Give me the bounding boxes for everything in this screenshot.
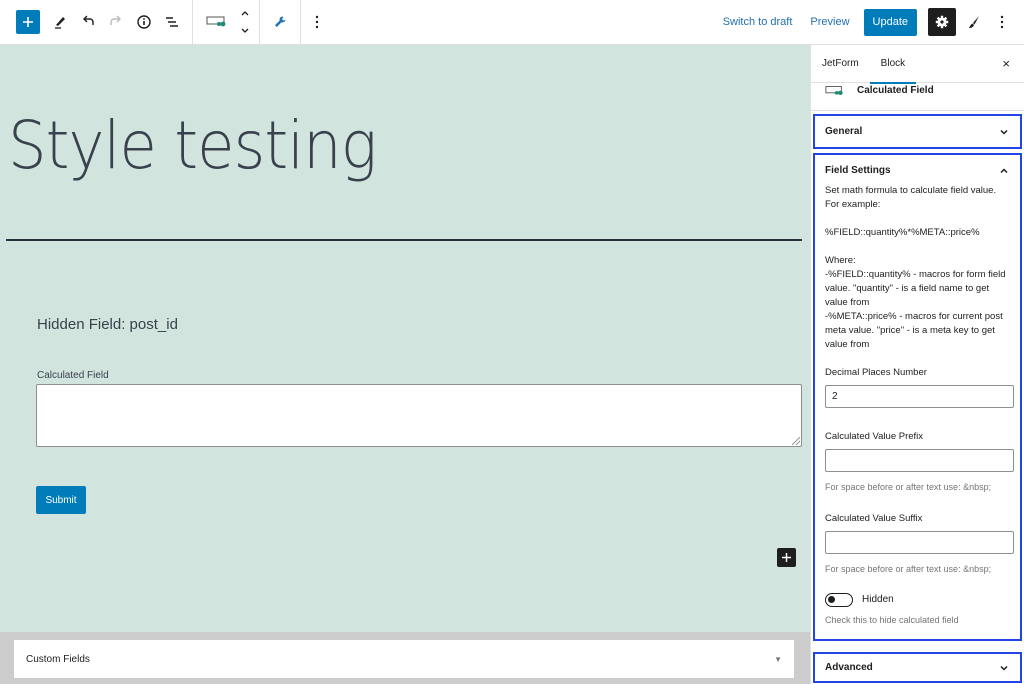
block-tools-button[interactable] <box>266 8 294 36</box>
block-type-button[interactable] <box>201 8 233 36</box>
suffix-hint: For space before or after text use: &nbs… <box>825 564 992 574</box>
metabox-title: Custom Fields <box>26 653 90 665</box>
details-button[interactable] <box>130 8 158 36</box>
edit-pencil-icon <box>55 17 65 29</box>
decimal-places-label: Decimal Places Number <box>825 367 927 378</box>
hidden-field-block[interactable]: Hidden Field: post_id <box>37 316 178 333</box>
tools-edit-button[interactable] <box>46 8 74 36</box>
caret-down-icon[interactable]: ▼ <box>774 655 782 664</box>
block-name: Calculated Field <box>857 85 934 96</box>
redo-button[interactable] <box>102 8 130 36</box>
calculated-field-textarea[interactable] <box>36 384 802 447</box>
list-view-icon <box>166 17 178 27</box>
sidebar-tabs: JetForm Block × <box>811 45 1024 84</box>
settings-gear-icon <box>935 15 949 29</box>
info-icon <box>137 15 151 29</box>
separator-block <box>6 239 802 241</box>
custom-fields-metabox[interactable]: Custom Fields ▼ <box>14 640 794 678</box>
chevron-down-icon <box>1000 129 1008 135</box>
brush-icon <box>969 16 979 28</box>
suffix-label: Calculated Value Suffix <box>825 513 923 524</box>
wrench-icon <box>275 16 286 27</box>
block-inserter-button[interactable] <box>777 548 796 567</box>
resize-handle[interactable] <box>792 437 800 445</box>
decimal-places-value: 2 <box>832 390 838 402</box>
close-sidebar-button[interactable]: × <box>1002 56 1010 71</box>
chevron-up-icon[interactable] <box>239 7 251 19</box>
editor-toolbar: Switch to draft Preview Update <box>0 0 1024 45</box>
panel-title: General <box>825 126 863 137</box>
prefix-input[interactable] <box>825 449 1014 472</box>
block-options-button[interactable] <box>303 8 331 36</box>
list-view-button[interactable] <box>158 8 186 36</box>
advanced-panel: Advanced <box>813 652 1022 683</box>
chevron-down-icon <box>1000 665 1008 671</box>
prefix-hint: For space before or after text use: &nbs… <box>825 482 992 492</box>
more-vertical-icon <box>315 15 319 29</box>
switch-to-draft-button[interactable]: Switch to draft <box>723 16 793 28</box>
update-button[interactable]: Update <box>863 8 917 36</box>
block-card: Calculated Field <box>811 83 1024 111</box>
general-panel-toggle[interactable]: General <box>815 116 1020 147</box>
toolbar-right-group: Switch to draft Preview Update <box>723 0 1024 45</box>
field-settings-panel-toggle[interactable]: Field Settings <box>815 155 1020 186</box>
chevron-down-icon[interactable] <box>239 25 251 37</box>
plus-icon <box>782 553 791 562</box>
tab-block[interactable]: Block <box>869 45 917 84</box>
field-settings-panel: Field Settings Set math formula to calcu… <box>813 153 1022 641</box>
editor-canvas: Style testing Hidden Field: post_id Calc… <box>0 45 810 632</box>
add-block-button[interactable] <box>16 10 40 34</box>
general-panel: General <box>813 114 1022 149</box>
hidden-toggle-label: Hidden <box>862 594 894 605</box>
settings-sidebar: JetForm Block × Calculated Field General… <box>810 45 1024 684</box>
tab-jetform[interactable]: JetForm <box>811 45 870 83</box>
more-vertical-icon <box>1000 15 1004 29</box>
settings-button[interactable] <box>928 8 956 36</box>
hidden-hint: Check this to hide calculated field <box>825 615 959 625</box>
calculated-field-icon <box>825 86 843 95</box>
styles-button[interactable] <box>960 8 988 36</box>
formula-help-text: Set math formula to calculate field valu… <box>825 185 1006 350</box>
block-tools-group <box>260 0 300 45</box>
options-button[interactable] <box>988 8 1016 36</box>
redo-icon <box>110 15 121 25</box>
panel-title: Advanced <box>825 662 873 673</box>
suffix-input[interactable] <box>825 531 1014 554</box>
toggle-knob <box>828 596 835 603</box>
chevron-up-icon <box>1000 167 1008 173</box>
block-toolbar-group <box>193 0 259 45</box>
prefix-label: Calculated Value Prefix <box>825 431 924 442</box>
metabox-area: Custom Fields ▼ <box>0 632 810 684</box>
panel-title: Field Settings <box>825 165 891 176</box>
preview-button[interactable]: Preview <box>810 16 849 28</box>
post-title[interactable]: Style testing <box>8 107 377 184</box>
submit-button[interactable]: Submit <box>36 486 86 514</box>
toolbar-left-group <box>0 0 192 45</box>
hidden-toggle[interactable] <box>825 593 853 607</box>
field-settings-body: Set math formula to calculate field valu… <box>815 184 1020 627</box>
hidden-toggle-row: Hidden <box>825 593 1010 607</box>
block-mover <box>239 7 251 37</box>
block-options-group <box>301 0 333 45</box>
plus-icon <box>23 17 33 27</box>
advanced-panel-toggle[interactable]: Advanced <box>815 654 1020 681</box>
calculated-field-icon <box>206 16 226 27</box>
calculated-field-label: Calculated Field <box>37 370 109 381</box>
undo-button[interactable] <box>74 8 102 36</box>
decimal-places-input[interactable]: 2 <box>825 385 1014 408</box>
undo-icon <box>83 15 94 25</box>
